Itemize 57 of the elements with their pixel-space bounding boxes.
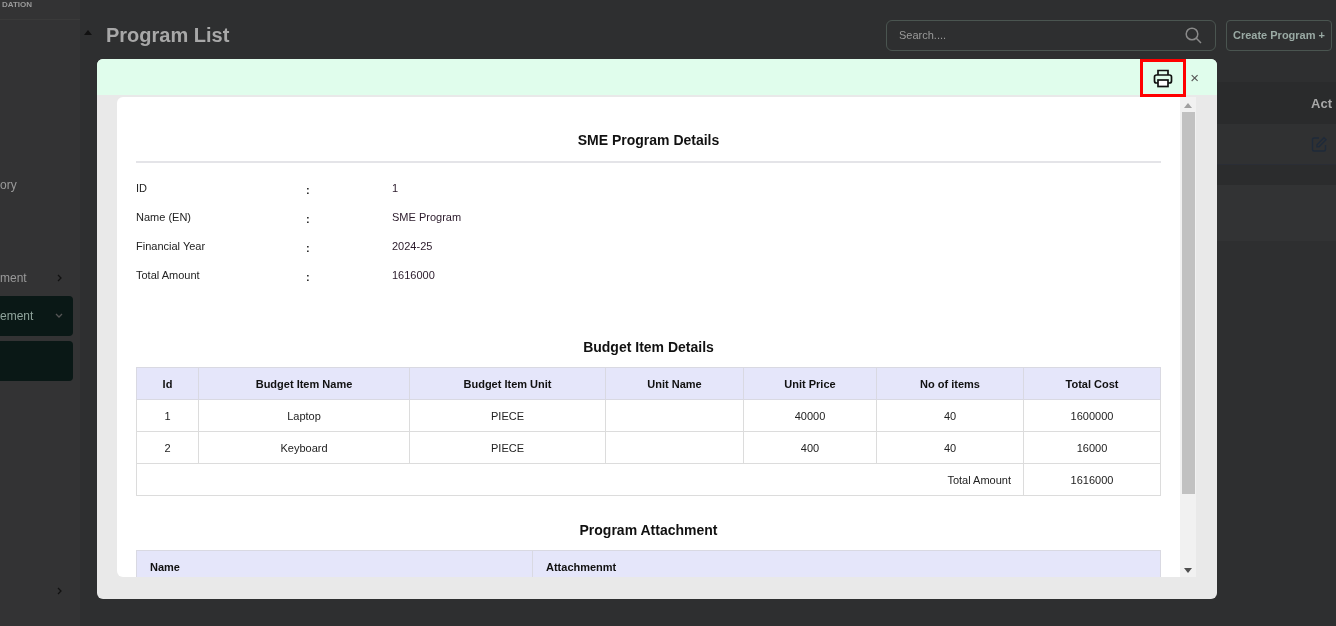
field-label: Name (EN)	[136, 210, 192, 223]
create-program-button[interactable]: Create Program +	[1226, 19, 1332, 51]
table-cell: 2	[164, 441, 171, 454]
column-header: Budget Item Unit	[409, 367, 606, 400]
sidebar-item[interactable]	[0, 341, 73, 381]
field-separator: :	[306, 269, 311, 283]
sidebar-item[interactable]: ory	[0, 175, 73, 195]
total-label: Total Amount	[947, 473, 1011, 486]
column-header: Name	[136, 550, 533, 577]
column-header: Id	[136, 367, 199, 400]
section-title: Program Attachment	[578, 521, 719, 540]
printer-icon	[1153, 68, 1174, 88]
sidebar-item[interactable]: ment	[0, 268, 73, 288]
chevron-down-icon	[55, 313, 63, 319]
scroll-down-icon[interactable]	[1184, 568, 1192, 573]
field-value: 2024-25	[392, 239, 433, 252]
page-title: Program List	[106, 23, 231, 47]
table-cell: Keyboard	[280, 441, 328, 454]
table-cell: 16000	[1076, 441, 1108, 454]
search-field[interactable]: Search....	[886, 19, 1216, 51]
total-value: 1616000	[1070, 473, 1114, 486]
table-cell: 40	[943, 441, 957, 454]
table-cell: 40000	[794, 409, 826, 422]
search-icon	[1185, 26, 1202, 44]
field-separator: :	[306, 182, 311, 196]
field-label: Total Amount	[136, 268, 201, 281]
table-cell: 40	[943, 409, 957, 422]
caret-up-icon[interactable]	[84, 30, 92, 35]
column-header: Unit Price	[743, 367, 877, 400]
column-header: No of items	[876, 367, 1024, 400]
scroll-up-icon[interactable]	[1184, 103, 1192, 108]
column-header: Act	[1311, 95, 1332, 111]
field-label: Financial Year	[136, 239, 207, 252]
section-title: SME Program Details	[136, 97, 1161, 163]
field-value: 1	[392, 181, 399, 194]
field-separator: :	[306, 240, 311, 254]
field-value: SME Program	[392, 210, 462, 223]
table-cell: 1600000	[1070, 409, 1114, 422]
field-value: 1616000	[392, 268, 435, 281]
section-title: Budget Item Details	[582, 338, 715, 357]
table-cell: Laptop	[287, 409, 321, 422]
table-cell: PIECE	[491, 441, 524, 454]
chevron-right-icon	[57, 587, 63, 595]
column-header: Attachmenmt	[532, 550, 1161, 577]
table-cell: 1	[164, 409, 171, 422]
print-button[interactable]	[1140, 59, 1187, 97]
field-label: ID	[136, 181, 148, 194]
table-cell: PIECE	[491, 409, 524, 422]
column-header: Budget Item Name	[198, 367, 410, 400]
table-cell: 400	[800, 441, 820, 454]
scrollbar[interactable]	[1180, 97, 1196, 577]
sidebar-item[interactable]: ement	[0, 296, 73, 336]
field-separator: :	[306, 211, 311, 225]
column-header: Total Cost	[1023, 367, 1161, 400]
close-button[interactable]: ×	[1186, 68, 1199, 86]
column-header: Unit Name	[605, 367, 744, 400]
chevron-right-icon	[57, 274, 63, 282]
